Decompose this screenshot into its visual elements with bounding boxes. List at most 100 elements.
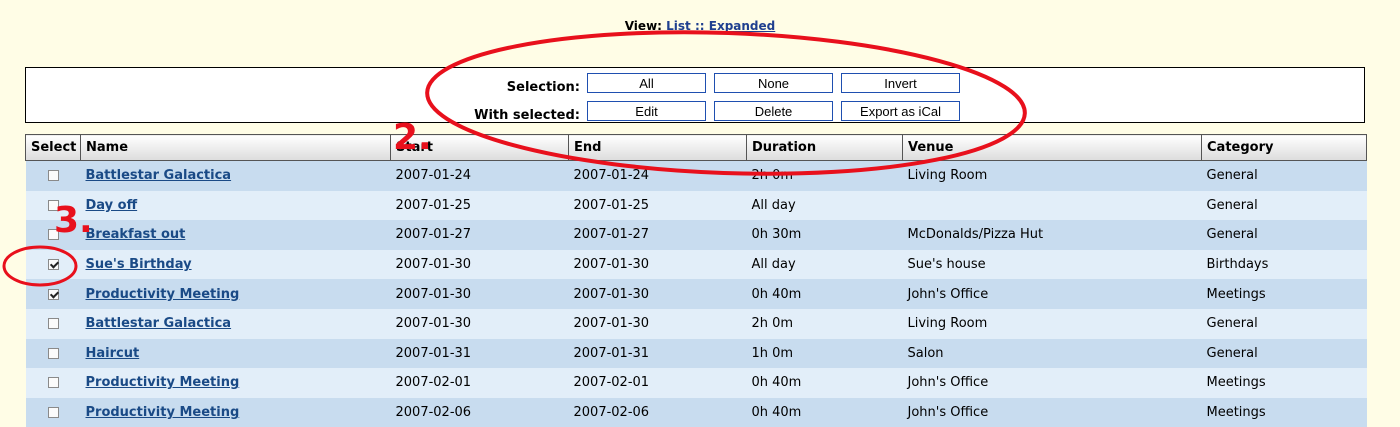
event-name-link[interactable]: Breakfast out [86,227,186,242]
event-name-link[interactable]: Battlestar Galactica [86,316,232,331]
cell-category: General [1201,308,1367,339]
column-header-category[interactable]: Category [1201,134,1367,161]
cell-end: 2007-01-30 [568,279,747,309]
table-row: Battlestar Galactica 2007-01-24 2007-01-24… [25,160,1367,191]
select-cell [25,308,81,339]
cell-venue: Living Room [902,160,1202,191]
column-header-end[interactable]: End [568,134,747,161]
cell-category: Meetings [1201,368,1367,398]
event-name-link[interactable]: Haircut [86,346,140,361]
table-row: Battlestar Galactica 2007-01-30 2007-01-30… [25,308,1367,339]
row-select-checkbox[interactable] [47,170,59,182]
cell-name: Battlestar Galactica [80,308,391,339]
cell-start: 2007-02-01 [390,368,569,398]
select-cell [25,279,81,309]
column-header-venue[interactable]: Venue [902,134,1202,161]
cell-end: 2007-01-24 [568,160,747,191]
event-name-link[interactable]: Productivity Meeting [86,405,240,420]
with-selected-label: With selected: [474,108,580,123]
cell-name: Breakfast out [80,220,391,250]
cell-venue: John's Office [902,397,1202,427]
cell-start: 2007-01-27 [390,220,569,250]
view-list-link[interactable]: List [666,19,691,33]
table-row: Productivity Meeting 2007-02-01 2007-02-01… [25,368,1367,398]
cell-end: 2007-01-30 [568,308,747,339]
view-switcher: View: List :: Expanded [0,19,1400,33]
cell-category: General [1201,160,1367,191]
cell-name: Productivity Meeting [80,279,391,309]
delete-selected-button[interactable]: Delete [714,101,833,121]
select-cell [25,160,81,191]
table-row: Breakfast out 2007-01-27 2007-01-27 0h 30m M… [25,220,1367,250]
cell-start: 2007-01-30 [390,249,569,280]
select-all-button[interactable]: All [587,73,706,93]
cell-category: Meetings [1201,397,1367,427]
cell-category: Meetings [1201,279,1367,309]
cell-name: Day off [80,190,391,221]
row-select-checkbox[interactable] [47,318,59,330]
selection-panel: Selection: With selected: All None Inver… [25,67,1365,123]
table-row: Haircut 2007-01-31 2007-01-31 1h 0m Salon Gen… [25,338,1367,369]
cell-duration: 0h 40m [746,368,903,398]
cell-start: 2007-01-30 [390,308,569,339]
cell-duration: 0h 40m [746,279,903,309]
cell-category: General [1201,190,1367,221]
cell-end: 2007-01-31 [568,338,747,369]
cell-start: 2007-01-31 [390,338,569,369]
cell-name: Productivity Meeting [80,397,391,427]
cell-duration: All day [746,190,903,221]
table-row: Productivity Meeting 2007-02-06 2007-02-06… [25,397,1367,427]
cell-venue: John's Office [902,368,1202,398]
cell-duration: 1h 0m [746,338,903,369]
cell-venue: John's Office [902,279,1202,309]
select-cell [25,368,81,398]
row-select-checkbox[interactable] [47,407,59,419]
row-select-checkbox[interactable] [47,288,59,300]
table-row: Sue's Birthday 2007-01-30 2007-01-30 All da… [25,249,1367,280]
cell-duration: All day [746,249,903,280]
event-name-link[interactable]: Productivity Meeting [86,375,240,390]
cell-venue: McDonalds/Pizza Hut [902,220,1202,250]
cell-start: 2007-01-24 [390,160,569,191]
select-cell [25,397,81,427]
cell-end: 2007-01-25 [568,190,747,221]
invert-selection-button[interactable]: Invert [841,73,960,93]
table-header-row: Select Name Start End Duration Venue Cat… [25,134,1367,161]
export-ical-button[interactable]: Export as iCal [841,101,960,121]
row-select-checkbox[interactable] [47,347,59,359]
view-separator: :: [694,19,705,33]
cell-name: Haircut [80,338,391,369]
row-select-checkbox[interactable] [47,377,59,389]
cell-category: General [1201,338,1367,369]
annotation-step-3: 3. [54,200,93,241]
cell-end: 2007-01-27 [568,220,747,250]
select-none-button[interactable]: None [714,73,833,93]
event-name-link[interactable]: Day off [86,198,138,213]
selection-label: Selection: [506,80,580,95]
view-label: View: [624,19,662,33]
cell-category: General [1201,220,1367,250]
edit-selected-button[interactable]: Edit [587,101,706,121]
column-header-name[interactable]: Name [80,134,391,161]
cell-category: Birthdays [1201,249,1367,280]
cell-venue: Salon [902,338,1202,369]
table-row: Productivity Meeting 2007-01-30 2007-01-30… [25,279,1367,309]
cell-duration: 0h 40m [746,397,903,427]
cell-venue [902,190,1202,221]
cell-name: Productivity Meeting [80,368,391,398]
column-header-select[interactable]: Select [25,134,81,161]
cell-duration: 2h 0m [746,308,903,339]
events-table: Select Name Start End Duration Venue Cat… [25,134,1367,427]
column-header-duration[interactable]: Duration [746,134,903,161]
cell-start: 2007-02-06 [390,397,569,427]
event-name-link[interactable]: Productivity Meeting [86,287,240,302]
row-select-checkbox[interactable] [47,259,59,271]
cell-duration: 0h 30m [746,220,903,250]
cell-start: 2007-01-30 [390,279,569,309]
cell-end: 2007-02-06 [568,397,747,427]
view-expanded-link[interactable]: Expanded [709,19,776,33]
cell-venue: Sue's house [902,249,1202,280]
cell-end: 2007-01-30 [568,249,747,280]
event-name-link[interactable]: Sue's Birthday [86,257,192,272]
event-name-link[interactable]: Battlestar Galactica [86,168,232,183]
